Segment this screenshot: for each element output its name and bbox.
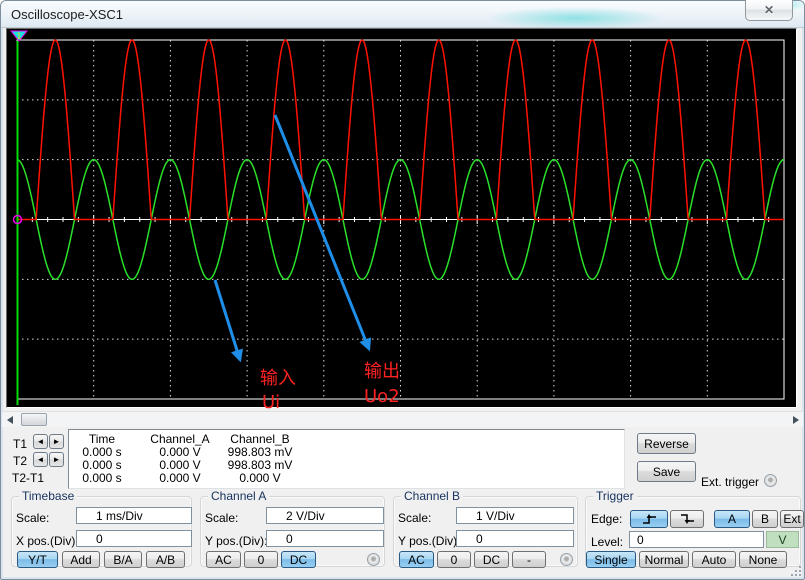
t1-left-button[interactable]: ◄ [33,434,48,449]
trigger-normal-button[interactable]: Normal [639,551,689,568]
channel-b-probe-indicator [560,553,573,566]
channel-b-dc-button[interactable]: DC [474,551,509,568]
scrollbar-thumb[interactable] [21,413,47,426]
scroll-left-icon[interactable] [7,416,13,424]
resize-grip[interactable] [791,566,801,576]
arrow-right-icon: ► [53,438,61,446]
channel-b-group-title: Channel B [401,489,463,503]
t1-channel-b-value: 998.803 mV [215,445,305,459]
t2t1-channel-a-value: 0.000 V [140,471,220,485]
scope-display: 1 [6,28,797,408]
timebase-scale-input[interactable]: 1 ms/Div [76,507,192,524]
t2-time-value: 0.000 s [62,458,142,472]
channel-b-ypos-label: Y pos.(Div): [398,534,460,548]
trigger-b-button[interactable]: B [752,510,778,528]
output-annotation-label: 输出 [364,363,400,381]
channel-a-scale-label: Scale: [205,511,238,525]
channel-b-zero-button[interactable]: 0 [437,551,471,568]
channel-b-ypos-input[interactable]: 0 [456,530,574,547]
rising-edge-icon [641,513,658,525]
reverse-button[interactable]: Reverse [637,433,696,454]
trigger-level-unit[interactable]: V [766,531,799,548]
trigger-ext-button[interactable]: Ext [780,510,804,528]
trigger-single-button[interactable]: Single [586,551,636,568]
arrow-right-icon: ► [53,456,61,464]
t2-channel-b-value: 998.803 mV [215,458,305,472]
channel-a-probe-indicator [367,553,380,566]
channel-a-zero-button[interactable]: 0 [244,551,278,568]
timebase-add-button[interactable]: Add [62,551,100,568]
channel-a-ypos-input[interactable]: 0 [266,530,384,547]
channel-a-ypos-label: Y pos.(Div): [205,534,267,548]
column-header-time: Time [62,432,142,446]
timebase-xpos-label: X pos.(Div): [16,534,79,548]
ext-trigger-connector [764,474,777,487]
horizontal-scrollbar[interactable] [2,411,803,427]
trigger-level-label: Level: [591,535,623,549]
falling-edge-button[interactable] [670,510,704,528]
input-annotation-label: 输入 [260,370,296,388]
channel-a-group: Channel A Scale: 2 V/Div Y pos.(Div): 0 … [200,496,385,567]
scroll-right-icon[interactable] [793,416,799,424]
timebase-xpos-input[interactable]: 0 [76,530,192,547]
channel-b-ac-button[interactable]: AC [399,551,434,568]
trigger-edge-label: Edge: [591,512,622,526]
channel-a-scale-input[interactable]: 2 V/Div [266,507,384,524]
t2t1-channel-b-value: 0.000 V [215,471,305,485]
arrow-left-icon: ◄ [37,456,45,464]
close-button[interactable]: ✕ [745,0,793,21]
aero-glass-reflection [488,7,663,28]
timebase-scale-label: Scale: [16,511,49,525]
t1-channel-a-value: 0.000 V [140,445,220,459]
trigger-group-title: Trigger [593,489,637,503]
channel-a-dc-button[interactable]: DC [281,551,316,568]
column-header-channel-b: Channel_B [215,432,305,446]
falling-edge-icon [679,513,696,525]
channel-b-scale-input[interactable]: 1 V/Div [456,507,574,524]
input-annotation-arrow [215,280,240,360]
t2-left-button[interactable]: ◄ [33,452,48,467]
title-bar: Oscilloscope-XSC1 [1,1,804,28]
t2-channel-a-value: 0.000 V [140,458,220,472]
cursor-t2t1-label: T2-T1 [12,471,44,485]
close-icon: ✕ [764,4,774,16]
scope-plot: 1 [7,29,796,407]
column-header-channel-a: Channel_A [140,432,220,446]
channel-a-group-title: Channel A [208,489,269,503]
channel-b-scale-label: Scale: [398,511,431,525]
oscilloscope-window: Oscilloscope-XSC1 ✕ 1 输入 Ui 输出 Uo2 [0,0,805,580]
cursor-t1-label: T1 [13,437,27,451]
t1-time-value: 0.000 s [62,445,142,459]
timebase-yt-button[interactable]: Y/T [17,551,58,568]
timebase-ab-button[interactable]: A/B [146,551,185,568]
save-button[interactable]: Save [637,461,696,482]
trigger-none-button[interactable]: None [739,551,787,568]
rising-edge-button[interactable] [630,510,668,528]
cursor-1-number: 1 [17,32,22,41]
trigger-a-button[interactable]: A [714,510,750,528]
trigger-level-input[interactable]: 0 [629,531,764,548]
output-annotation-arrow [275,115,369,349]
channel-a-ac-button[interactable]: AC [206,551,241,568]
output-annotation-symbol: Uo2 [364,388,400,406]
trace-channel_a [17,40,784,220]
window-title: Oscilloscope-XSC1 [11,7,123,22]
cursor-t2-label: T2 [13,454,27,468]
timebase-group: Timebase Scale: 1 ms/Div X pos.(Div): 0 … [11,496,192,567]
trigger-group: Trigger Edge: A B Ext Level: 0 V Single [585,496,801,567]
t2t1-time-value: 0.000 s [62,471,142,485]
timebase-ba-button[interactable]: B/A [104,551,142,568]
channel-b-group: Channel B Scale: 1 V/Div Y pos.(Div): 0 … [393,496,578,567]
timebase-group-title: Timebase [19,489,77,503]
trigger-auto-button[interactable]: Auto [692,551,736,568]
ext-trigger-label: Ext. trigger [701,475,759,489]
arrow-left-icon: ◄ [37,438,45,446]
channel-b-minus-button[interactable]: - [512,551,546,568]
input-annotation-symbol: Ui [262,394,280,412]
